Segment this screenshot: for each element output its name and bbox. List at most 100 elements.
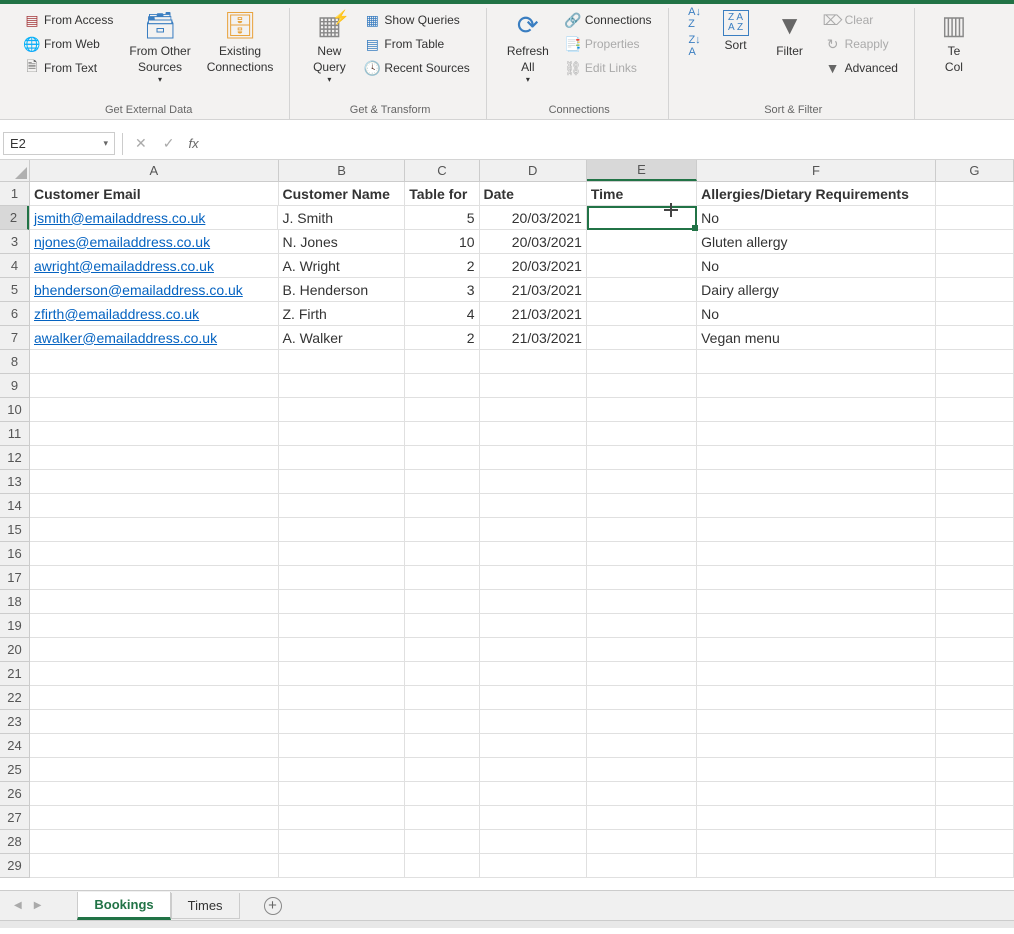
- cell-C22[interactable]: [405, 686, 479, 710]
- cell-C17[interactable]: [405, 566, 479, 590]
- tab-prev-button[interactable]: ◀: [8, 896, 28, 915]
- cell-D26[interactable]: [480, 782, 587, 806]
- cell-B17[interactable]: [279, 566, 406, 590]
- cell-F20[interactable]: [697, 638, 936, 662]
- cell-B7[interactable]: A. Walker: [279, 326, 406, 350]
- cell-B19[interactable]: [279, 614, 406, 638]
- from-table-button[interactable]: ▤ From Table: [358, 32, 475, 56]
- cell-C13[interactable]: [405, 470, 479, 494]
- row-header-14[interactable]: 14: [0, 494, 29, 518]
- cell-A22[interactable]: [30, 686, 279, 710]
- cell-G9[interactable]: [936, 374, 1014, 398]
- cell-G10[interactable]: [936, 398, 1014, 422]
- cell-D27[interactable]: [480, 806, 587, 830]
- cell-A18[interactable]: [30, 590, 279, 614]
- cell-G29[interactable]: [936, 854, 1014, 878]
- cell-G15[interactable]: [936, 518, 1014, 542]
- row-header-6[interactable]: 6: [0, 302, 29, 326]
- cell-F21[interactable]: [697, 662, 936, 686]
- show-queries-button[interactable]: ▦ Show Queries: [358, 8, 475, 32]
- cell-C3[interactable]: 10: [405, 230, 479, 254]
- name-box-dropdown-icon[interactable]: ▾: [103, 138, 108, 149]
- cell-B6[interactable]: Z. Firth: [279, 302, 406, 326]
- cell-C16[interactable]: [405, 542, 479, 566]
- cell-A4[interactable]: awright@emailaddress.co.uk: [30, 254, 279, 278]
- cell-G25[interactable]: [936, 758, 1014, 782]
- cell-G23[interactable]: [936, 710, 1014, 734]
- cell-E16[interactable]: [587, 542, 697, 566]
- cell-E5[interactable]: [587, 278, 697, 302]
- row-header-8[interactable]: 8: [0, 350, 29, 374]
- cell-C7[interactable]: 2: [405, 326, 479, 350]
- cell-F16[interactable]: [697, 542, 936, 566]
- cell-B9[interactable]: [279, 374, 406, 398]
- cell-E28[interactable]: [587, 830, 697, 854]
- cell-G4[interactable]: [936, 254, 1014, 278]
- cell-D11[interactable]: [480, 422, 587, 446]
- row-header-3[interactable]: 3: [0, 230, 29, 254]
- formula-input[interactable]: [205, 132, 1014, 155]
- cell-A13[interactable]: [30, 470, 279, 494]
- from-web-button[interactable]: 🌐 From Web: [18, 32, 119, 56]
- new-query-button[interactable]: ▦⚡ New Query ▾: [304, 8, 354, 88]
- cell-F8[interactable]: [697, 350, 936, 374]
- cell-D23[interactable]: [480, 710, 587, 734]
- cell-D28[interactable]: [480, 830, 587, 854]
- cell-C5[interactable]: 3: [405, 278, 479, 302]
- cell-E2[interactable]: [587, 206, 697, 230]
- cell-G6[interactable]: [936, 302, 1014, 326]
- cell-B2[interactable]: J. Smith: [278, 206, 405, 230]
- select-all-cells[interactable]: [0, 160, 30, 182]
- cell-B23[interactable]: [279, 710, 406, 734]
- cell-D7[interactable]: 21/03/2021: [480, 326, 587, 350]
- cell-E7[interactable]: [587, 326, 697, 350]
- cell-B12[interactable]: [279, 446, 406, 470]
- filter-button[interactable]: ▼ Filter: [765, 8, 815, 62]
- existing-connections-button[interactable]: 🗄 Existing Connections: [201, 8, 280, 77]
- cell-B8[interactable]: [279, 350, 406, 374]
- cell-A5[interactable]: bhenderson@emailaddress.co.uk: [30, 278, 279, 302]
- cell-A16[interactable]: [30, 542, 279, 566]
- cell-D8[interactable]: [480, 350, 587, 374]
- cell-A29[interactable]: [30, 854, 279, 878]
- text-to-columns-button[interactable]: ▥ Te Col: [929, 8, 979, 77]
- row-header-21[interactable]: 21: [0, 662, 29, 686]
- row-header-22[interactable]: 22: [0, 686, 29, 710]
- cell-D17[interactable]: [480, 566, 587, 590]
- cell-C23[interactable]: [405, 710, 479, 734]
- cell-F7[interactable]: Vegan menu: [697, 326, 936, 350]
- cell-C29[interactable]: [405, 854, 479, 878]
- row-header-10[interactable]: 10: [0, 398, 29, 422]
- cell-C10[interactable]: [405, 398, 479, 422]
- cell-G22[interactable]: [936, 686, 1014, 710]
- cell-C25[interactable]: [405, 758, 479, 782]
- cell-G7[interactable]: [936, 326, 1014, 350]
- cell-E15[interactable]: [587, 518, 697, 542]
- cell-D4[interactable]: 20/03/2021: [480, 254, 587, 278]
- cell-D10[interactable]: [480, 398, 587, 422]
- cell-G21[interactable]: [936, 662, 1014, 686]
- col-header-C[interactable]: C: [405, 160, 479, 181]
- cell-A17[interactable]: [30, 566, 279, 590]
- cell-F1[interactable]: Allergies/Dietary Requirements: [697, 182, 936, 206]
- cell-G2[interactable]: [936, 206, 1014, 230]
- cell-G27[interactable]: [936, 806, 1014, 830]
- cell-F28[interactable]: [697, 830, 936, 854]
- cell-E8[interactable]: [587, 350, 697, 374]
- cell-D9[interactable]: [480, 374, 587, 398]
- row-header-4[interactable]: 4: [0, 254, 29, 278]
- cell-A2[interactable]: jsmith@emailaddress.co.uk: [30, 206, 278, 230]
- cell-C4[interactable]: 2: [405, 254, 479, 278]
- cell-G3[interactable]: [936, 230, 1014, 254]
- cell-F22[interactable]: [697, 686, 936, 710]
- cell-B10[interactable]: [279, 398, 406, 422]
- cell-A20[interactable]: [30, 638, 279, 662]
- recent-sources-button[interactable]: 🕓 Recent Sources: [358, 56, 475, 80]
- cell-E4[interactable]: [587, 254, 697, 278]
- cell-E18[interactable]: [587, 590, 697, 614]
- cell-C9[interactable]: [405, 374, 479, 398]
- cell-F12[interactable]: [697, 446, 936, 470]
- cell-D5[interactable]: 21/03/2021: [480, 278, 587, 302]
- cell-F4[interactable]: No: [697, 254, 936, 278]
- cell-F6[interactable]: No: [697, 302, 936, 326]
